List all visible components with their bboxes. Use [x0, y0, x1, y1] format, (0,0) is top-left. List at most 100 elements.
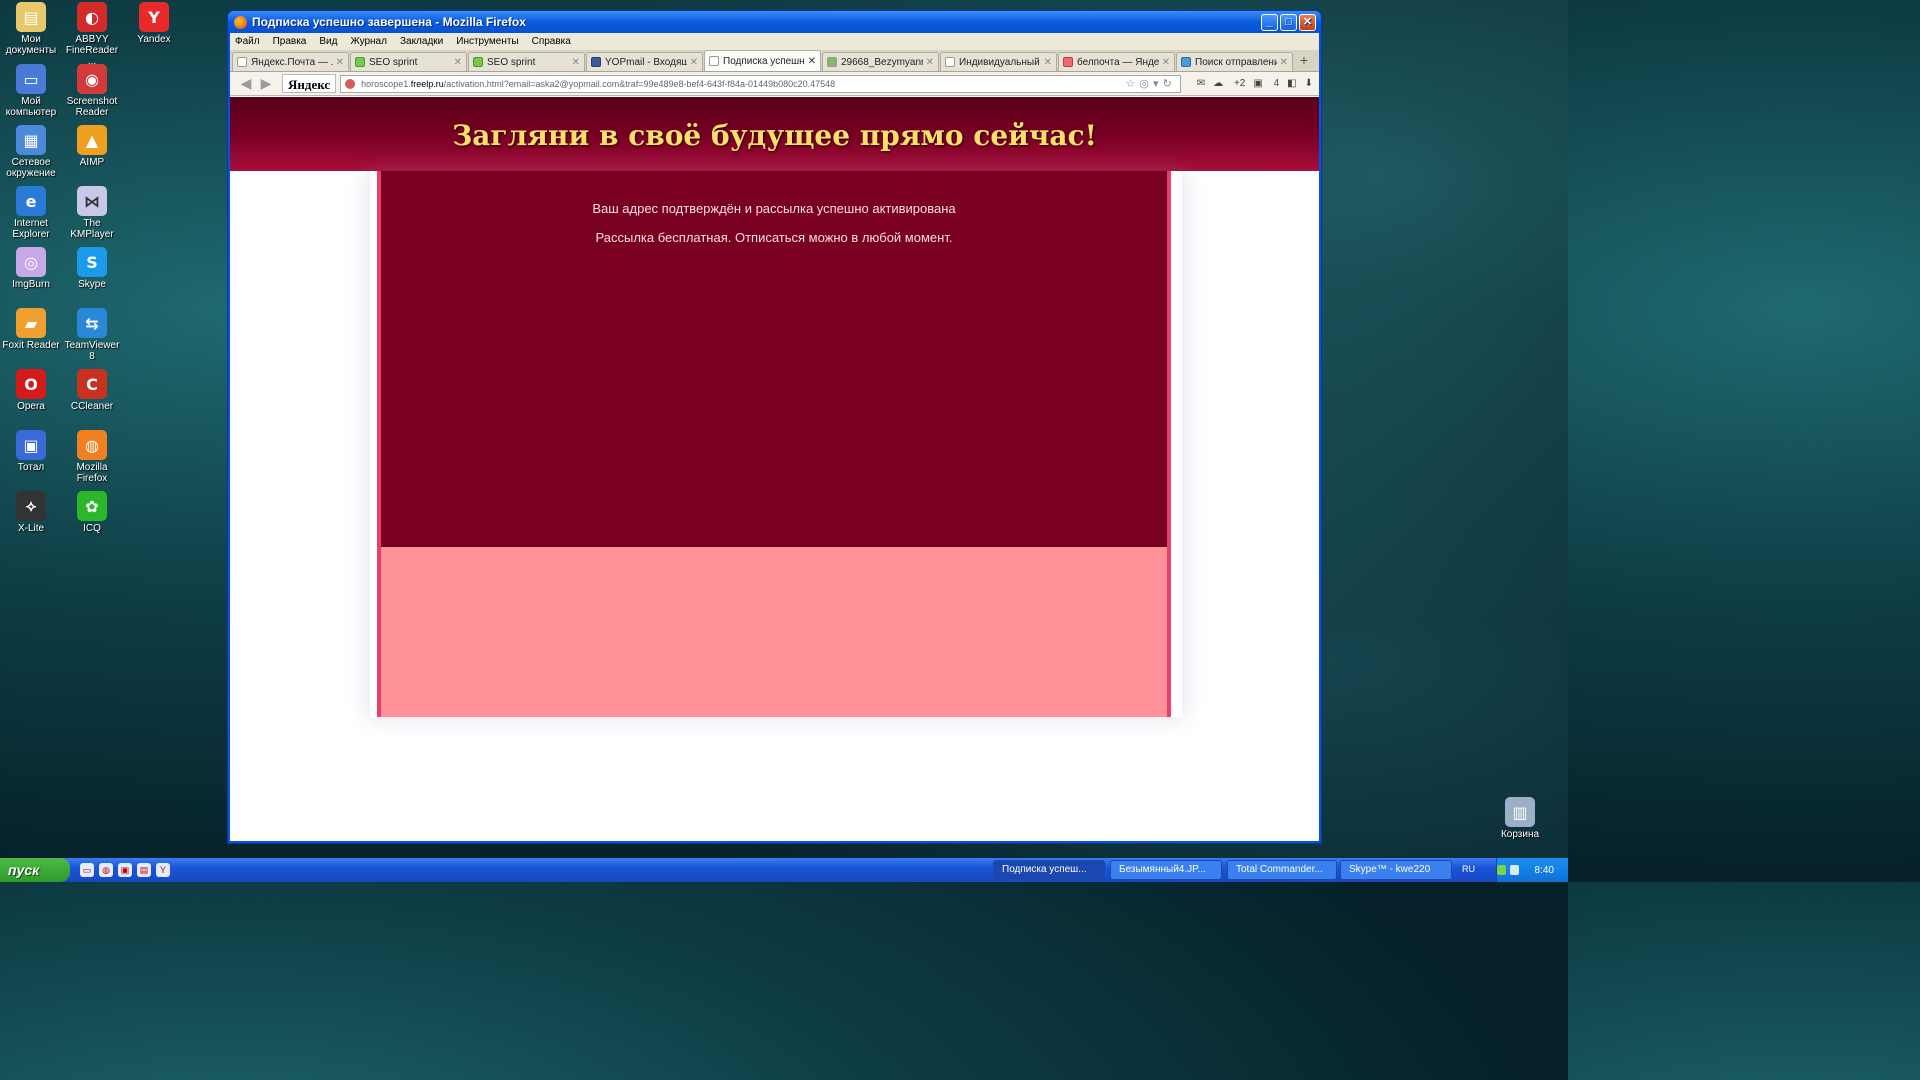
desktop-icon-aimp[interactable]: ▲ AIMP	[61, 125, 123, 168]
close-tab-icon[interactable]: ✕	[808, 56, 816, 67]
volume-icon[interactable]	[1509, 865, 1519, 875]
ccleaner-icon: C	[77, 369, 107, 399]
back-icon[interactable]: ◀	[236, 75, 256, 92]
tab-seo-sprint-2[interactable]: SEO sprint ✕	[468, 52, 585, 71]
seo-sprint-icon	[473, 57, 483, 67]
desktop-icon-teamviewer[interactable]: ⇆ TeamViewer 8	[61, 308, 123, 362]
firefox-icon	[234, 15, 247, 29]
footer-panel	[381, 547, 1167, 717]
menu-bar: Файл Правка Вид Журнал Закладки Инструме…	[230, 33, 1319, 50]
close-tab-icon[interactable]: ✕	[1044, 57, 1052, 68]
menu-tools[interactable]: Инструменты	[456, 36, 518, 47]
language-indicator[interactable]: RU	[1462, 864, 1475, 874]
menu-bookmarks[interactable]: Закладки	[400, 36, 443, 47]
image-icon	[827, 57, 837, 67]
site-identity-icon[interactable]	[345, 78, 356, 89]
firefox-quick-icon[interactable]: ◍	[99, 863, 113, 877]
tab-image[interactable]: 29668_Bezymyann...✕	[822, 52, 939, 71]
mail-icon[interactable]: ✉	[1197, 78, 1205, 89]
menu-help[interactable]: Справка	[532, 36, 571, 47]
menu-view[interactable]: Вид	[319, 36, 337, 47]
close-window-button[interactable]: ✕	[1299, 13, 1316, 31]
menu-edit[interactable]: Правка	[273, 36, 307, 47]
yandex-logo[interactable]: Яндекс	[282, 74, 337, 93]
page-headline: Загляни в своё будущее прямо сейчас!	[452, 119, 1097, 152]
yandex-icon: Y	[139, 2, 169, 32]
tab-seo-sprint-1[interactable]: SEO sprint ✕	[350, 52, 467, 71]
window-quick-icon[interactable]: ▤	[137, 863, 151, 877]
yandex-quick-icon[interactable]: Y	[156, 863, 170, 877]
desktop-icon-yandex[interactable]: Y Yandex	[123, 2, 185, 45]
notes-icon[interactable]: ▣ 4	[1253, 78, 1279, 89]
desktop-icon-ccleaner[interactable]: C CCleaner	[61, 369, 123, 412]
tab-belpochta[interactable]: белпочта — Янде...✕	[1058, 52, 1175, 71]
desktop-icon-total[interactable]: ▣ Тотал	[0, 430, 62, 473]
recycle-bin-icon: ▥	[1505, 797, 1535, 827]
close-tab-icon[interactable]: ✕	[572, 57, 580, 68]
close-tab-icon[interactable]: ✕	[1162, 57, 1170, 68]
dropdown-icon[interactable]: ▾	[1153, 78, 1163, 90]
url-domain: freelp.ru	[410, 78, 444, 89]
reader-icon[interactable]: ◎	[1139, 78, 1153, 90]
url-bar[interactable]: horoscope1. freelp.ru/activation.html?ema…	[340, 74, 1181, 93]
desktop-icon-x-lite[interactable]: ⟡ X-Lite	[0, 491, 62, 534]
taskbar-item-total-commander[interactable]: Total Commander...	[1227, 860, 1337, 880]
url-tools: ☆◎▾↻	[1126, 77, 1176, 90]
close-tab-icon[interactable]: ✕	[336, 57, 344, 68]
desktop-icon-kmplayer[interactable]: ⋈ The KMPlayer	[61, 186, 123, 240]
desktop-icon-skype[interactable]: S Skype	[61, 247, 123, 290]
page-icon	[945, 57, 955, 67]
notes-badge: 4	[1273, 78, 1280, 89]
x-lite-icon: ⟡	[16, 491, 46, 521]
close-tab-icon[interactable]: ✕	[926, 57, 934, 68]
desktop-icon-imgburn[interactable]: ◎ ImgBurn	[0, 247, 62, 290]
window-titlebar[interactable]: Подписка успешно завершена - Mozilla Fir…	[228, 11, 1321, 33]
bookmark-star-icon[interactable]: ☆	[1126, 78, 1140, 90]
cloud-icon[interactable]: ☁ +2	[1213, 78, 1245, 89]
tab-yopmail[interactable]: YOPmail - Входящие✕	[586, 52, 703, 71]
tab-subscription-active[interactable]: Подписка успешн... ✕	[704, 50, 821, 71]
show-desktop-icon[interactable]: ▭	[80, 863, 94, 877]
menu-history[interactable]: Журнал	[350, 36, 387, 47]
taskbar-item-image[interactable]: Безымянный4.JP...	[1110, 860, 1222, 880]
taskbar-item-skype[interactable]: Skype™ - kwe220	[1340, 860, 1452, 880]
cloud-badge: +2	[1233, 78, 1246, 89]
yandex-icon	[1063, 57, 1073, 67]
firefox-icon: ◍	[77, 430, 107, 460]
close-tab-icon[interactable]: ✕	[454, 57, 462, 68]
tab-individual[interactable]: Индивидуальный ...✕	[940, 52, 1057, 71]
new-tab-button[interactable]: +	[1294, 52, 1314, 71]
close-tab-icon[interactable]: ✕	[1280, 57, 1288, 68]
desktop-icon-my-computer[interactable]: ▭ Мой компьютер	[0, 64, 62, 118]
message-panel: Ваш адрес подтверждён и рассылка успешно…	[381, 171, 1167, 547]
tab-tracking[interactable]: Поиск отправлений ✕	[1176, 52, 1293, 71]
desktop-icon-recycle-bin[interactable]: ▥ Корзина	[1489, 797, 1551, 840]
maximize-button[interactable]: □	[1280, 13, 1297, 31]
desktop-icon-foxit-reader[interactable]: ▰ Foxit Reader	[0, 308, 62, 351]
desktop-icon-firefox[interactable]: ◍ Mozilla Firefox	[61, 430, 123, 484]
download-icon[interactable]: ⬇	[1305, 78, 1313, 89]
desktop-icon-screenshot-reader[interactable]: ◉ Screenshot Reader	[61, 64, 123, 118]
page-header: Загляни в своё будущее прямо сейчас!	[230, 97, 1319, 171]
desktop-icon-network[interactable]: ▦ Сетевое окружение	[0, 125, 62, 179]
start-button[interactable]: пуск	[0, 858, 70, 882]
taskbar-item-firefox[interactable]: Подписка успеш...	[993, 860, 1105, 880]
clock: 8:40	[1534, 864, 1554, 876]
desktop-icon-internet-explorer[interactable]: e Internet Explorer	[0, 186, 62, 240]
desktop-icon-opera[interactable]: O Opera	[0, 369, 62, 412]
reload-icon[interactable]: ↻	[1163, 78, 1176, 90]
desktop-icon-abbyy[interactable]: ◐ ABBYY FineReader ...	[61, 2, 123, 67]
tray-app-icon[interactable]	[1497, 865, 1506, 875]
desktop-icon-icq[interactable]: ✿ ICQ	[61, 491, 123, 534]
desktop-icon-my-documents[interactable]: ▤ Мои документы	[0, 2, 62, 56]
menu-file[interactable]: Файл	[235, 36, 260, 47]
close-tab-icon[interactable]: ✕	[690, 57, 698, 68]
teamviewer-icon: ⇆	[77, 308, 107, 338]
tab-yandex-mail[interactable]: Яндекс.Почта — ... ✕	[232, 52, 349, 71]
network-icon: ▦	[16, 125, 46, 155]
extension-icon[interactable]: ◧	[1287, 78, 1296, 89]
floppy-quick-icon[interactable]: ▣	[118, 863, 132, 877]
forward-icon[interactable]: ▶	[256, 75, 276, 92]
minimize-button[interactable]: _	[1261, 13, 1278, 31]
navigation-bar: ◀ ▶ Яндекс horoscope1. freelp.ru/activati…	[230, 72, 1319, 96]
